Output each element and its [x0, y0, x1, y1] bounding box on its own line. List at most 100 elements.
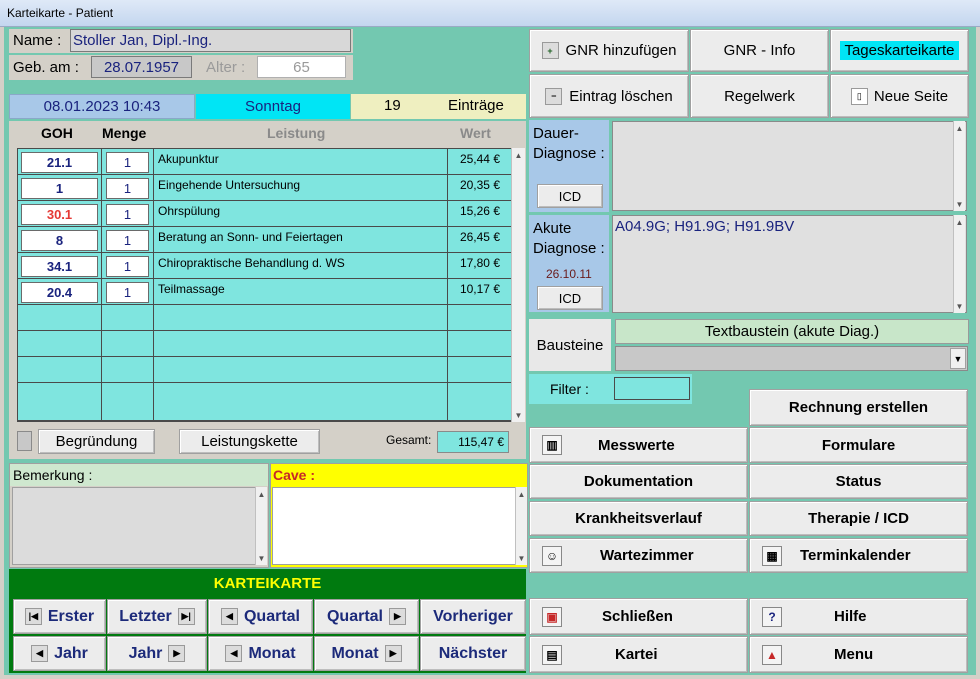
goh-input[interactable]: 30.1: [21, 204, 98, 225]
schliessen-button[interactable]: ▣ Schließen: [529, 598, 748, 635]
hilfe-button[interactable]: ? Hilfe: [749, 598, 968, 635]
formulare-button[interactable]: Formulare: [749, 427, 968, 463]
name-label: Name :: [13, 32, 62, 49]
first-icon: |◀: [24, 608, 42, 625]
header-goh: GOH: [41, 125, 73, 141]
menge-input[interactable]: 1: [106, 282, 149, 303]
dob-field[interactable]: 28.07.1957: [91, 56, 192, 78]
krankheitsverlauf-button[interactable]: Krankheitsverlauf: [529, 501, 748, 536]
nav-quartal-prev-button[interactable]: ◀ Quartal: [208, 599, 313, 634]
rechnung-erstellen-button[interactable]: Rechnung erstellen: [749, 389, 968, 426]
leistungskette-button[interactable]: Leistungskette: [179, 429, 320, 454]
table-cell: [448, 357, 512, 383]
scroll-down-icon[interactable]: ▼: [954, 299, 965, 313]
table-cell: [154, 357, 448, 383]
checkbox-begruendung[interactable]: [17, 431, 32, 451]
wert-value: 20,35 €: [459, 178, 500, 192]
akut-diagnose-field[interactable]: A04.9G; H91.9G; H91.9BV: [612, 215, 967, 313]
age-field[interactable]: 65: [257, 56, 346, 78]
nav-jahr-next-button[interactable]: Jahr ▶: [107, 636, 207, 671]
cave-textarea[interactable]: [272, 487, 526, 565]
scroll-up-icon[interactable]: ▲: [256, 487, 267, 501]
table-cell: [448, 331, 512, 357]
begruendung-button[interactable]: Begründung: [38, 429, 155, 454]
nav-monat-prev-button[interactable]: ◀ Monat: [208, 636, 313, 671]
therapie-icd-button[interactable]: Therapie / ICD: [749, 501, 968, 536]
table-cell: [18, 305, 102, 331]
scroll-up-icon[interactable]: ▲: [516, 487, 527, 501]
messwerte-button[interactable]: ▥ Messwerte: [529, 427, 748, 463]
dauer-diagnose-field[interactable]: [612, 121, 967, 211]
wartezimmer-button[interactable]: ☺ Wartezimmer: [529, 538, 748, 573]
leistung-text: Akupunktur: [158, 152, 219, 166]
calendar-icon: ▦: [762, 545, 782, 566]
goh-input[interactable]: 1: [21, 178, 98, 199]
menge-input[interactable]: 1: [106, 178, 149, 199]
textbaustein-dropdown[interactable]: ▼: [615, 346, 968, 371]
menu-button[interactable]: ▲ Menu: [749, 636, 968, 673]
menge-input[interactable]: 1: [106, 230, 149, 251]
scrollbar[interactable]: ▲ ▼: [953, 121, 965, 211]
dokumentation-button[interactable]: Dokumentation: [529, 464, 748, 499]
total-label: Gesamt:: [386, 433, 432, 447]
nav-quartal-next-button[interactable]: Quartal ▶: [314, 599, 419, 634]
scrollbar[interactable]: ▲ ▼: [953, 215, 965, 313]
scroll-up-icon[interactable]: ▲: [954, 121, 965, 135]
tageskarteikarte-button[interactable]: Tageskarteikarte: [830, 29, 969, 72]
goh-input[interactable]: 21.1: [21, 152, 98, 173]
akut-label: Akute Diagnose :: [533, 220, 605, 257]
table-cell: [102, 331, 154, 357]
goh-input[interactable]: 20.4: [21, 282, 98, 303]
next-icon: ▶: [389, 608, 406, 625]
scroll-up-icon[interactable]: ▲: [954, 215, 965, 229]
terminkalender-button[interactable]: ▦ Terminkalender: [749, 538, 968, 573]
leistungen-table: 21.1 1 Akupunktur 25,44 €1 1 Eingehende Unter…: [17, 148, 512, 422]
filter-input[interactable]: [614, 377, 690, 400]
table-cell: [18, 383, 102, 421]
wert-value: 17,80 €: [459, 256, 500, 270]
nav-erster-button[interactable]: |◀ Erster: [13, 599, 106, 634]
kartei-button[interactable]: ▤ Kartei: [529, 636, 748, 673]
nav-naechster-button[interactable]: Nächster: [420, 636, 526, 671]
menge-input[interactable]: 1: [106, 152, 149, 173]
neue-seite-button[interactable]: ▯ Neue Seite: [830, 74, 969, 118]
leistung-text: Teilmassage: [158, 282, 225, 296]
regelwerk-button[interactable]: Regelwerk: [690, 74, 829, 118]
table-cell: [102, 357, 154, 383]
akut-icd-button[interactable]: ICD: [537, 286, 603, 310]
gnr-hinzufuegen-button[interactable]: + GNR hinzufügen: [529, 29, 689, 72]
scrollbar[interactable]: ▲ ▼: [515, 487, 527, 565]
goh-input[interactable]: 34.1: [21, 256, 98, 277]
card-index-icon: ▤: [542, 644, 562, 665]
karteikarte-header: KARTEIKARTE: [9, 569, 526, 597]
status-button[interactable]: Status: [749, 464, 968, 499]
nav-letzter-button[interactable]: Letzter ▶|: [107, 599, 207, 634]
weekday-display: Sonntag: [196, 94, 350, 119]
eintrag-loeschen-button[interactable]: − Eintrag löschen: [529, 74, 689, 118]
menge-input[interactable]: 1: [106, 256, 149, 277]
table-cell: [102, 383, 154, 421]
bemerkung-textarea[interactable]: [12, 487, 266, 565]
window-title: Karteikarte - Patient: [7, 6, 114, 20]
scrollbar[interactable]: ▲ ▼: [255, 487, 267, 565]
bausteine-label: Bausteine: [529, 319, 611, 371]
nav-vorheriger-button[interactable]: Vorheriger: [420, 599, 526, 634]
menge-input[interactable]: 1: [106, 204, 149, 225]
dauer-icd-button[interactable]: ICD: [537, 184, 603, 208]
table-cell: [448, 383, 512, 421]
scroll-down-icon[interactable]: ▼: [512, 408, 525, 422]
scroll-down-icon[interactable]: ▼: [516, 551, 527, 565]
nav-jahr-prev-button[interactable]: ◀ Jahr: [13, 636, 106, 671]
gnr-info-button[interactable]: GNR - Info: [690, 29, 829, 72]
scroll-up-icon[interactable]: ▲: [512, 148, 525, 162]
leistung-text: Chiropraktische Behandlung d. WS: [158, 256, 345, 270]
scroll-down-icon[interactable]: ▼: [954, 197, 965, 211]
goh-input[interactable]: 8: [21, 230, 98, 251]
table-scrollbar[interactable]: ▲ ▼: [511, 148, 525, 422]
age-label: Alter :: [206, 59, 246, 76]
nav-monat-next-button[interactable]: Monat ▶: [314, 636, 419, 671]
scroll-down-icon[interactable]: ▼: [256, 551, 267, 565]
filter-label: Filter :: [550, 381, 589, 397]
chevron-down-icon[interactable]: ▼: [950, 348, 966, 369]
name-field[interactable]: Stoller Jan, Dipl.-Ing.: [70, 29, 351, 52]
